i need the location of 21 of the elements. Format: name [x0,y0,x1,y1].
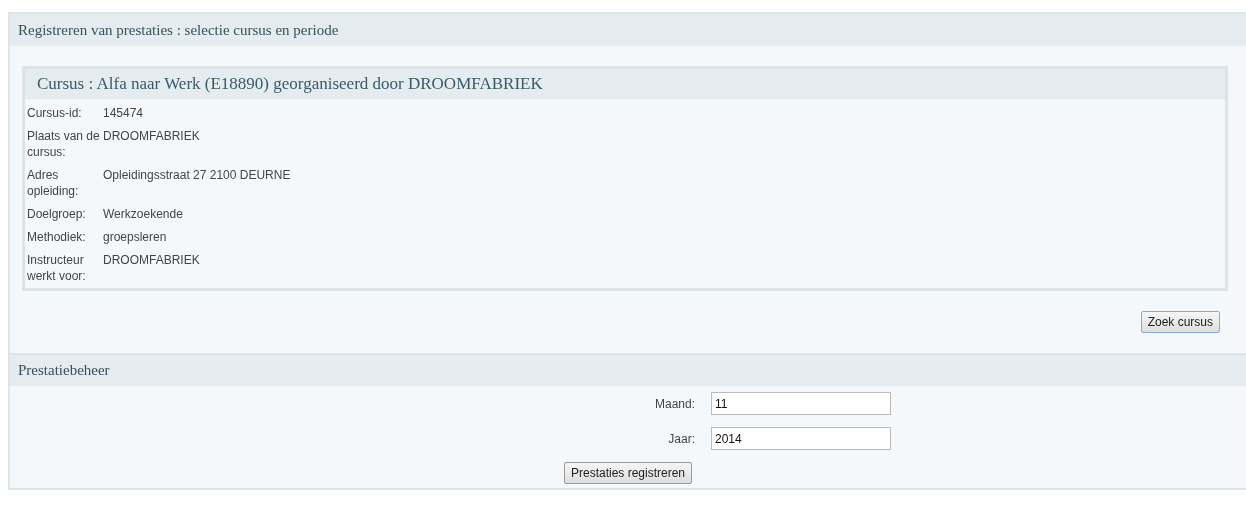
field-value: Werkzoekende [103,206,183,222]
input-field[interactable]: 2014 [711,427,891,450]
field-label: Methodiek: [27,229,87,245]
course-title: Cursus : Alfa naar Werk (E18890) georganiseerd door DROOMFABRIEK [25,69,1225,99]
field-label: Plaats van de cursus: [27,128,101,160]
page-title: Registreren van prestaties : selectie cursus en periode [10,14,1246,46]
input-label: Jaar: [667,430,695,448]
field-value: DROOMFABRIEK [103,128,200,145]
field-label: Adres opleiding: [27,167,80,199]
field-label: Cursus-id: [27,105,83,121]
input-label: Maand: [653,395,695,413]
input-field[interactable]: 11 [711,392,891,415]
field-label: Doelgroep: [27,206,87,222]
field-value: groepsleren [103,229,167,245]
register-button[interactable]: Prestaties registreren [563,462,692,484]
search-course-button[interactable]: Zoek cursus [1140,311,1220,333]
field-value: Opleidingsstraat 27 2100 DEURNE [103,167,291,184]
field-label: Instructeur werkt voor: [27,252,87,284]
field-value: DROOMFABRIEK [103,252,200,269]
field-value: 145474 [103,105,144,121]
section-title: Prestatiebeheer [10,355,1246,386]
